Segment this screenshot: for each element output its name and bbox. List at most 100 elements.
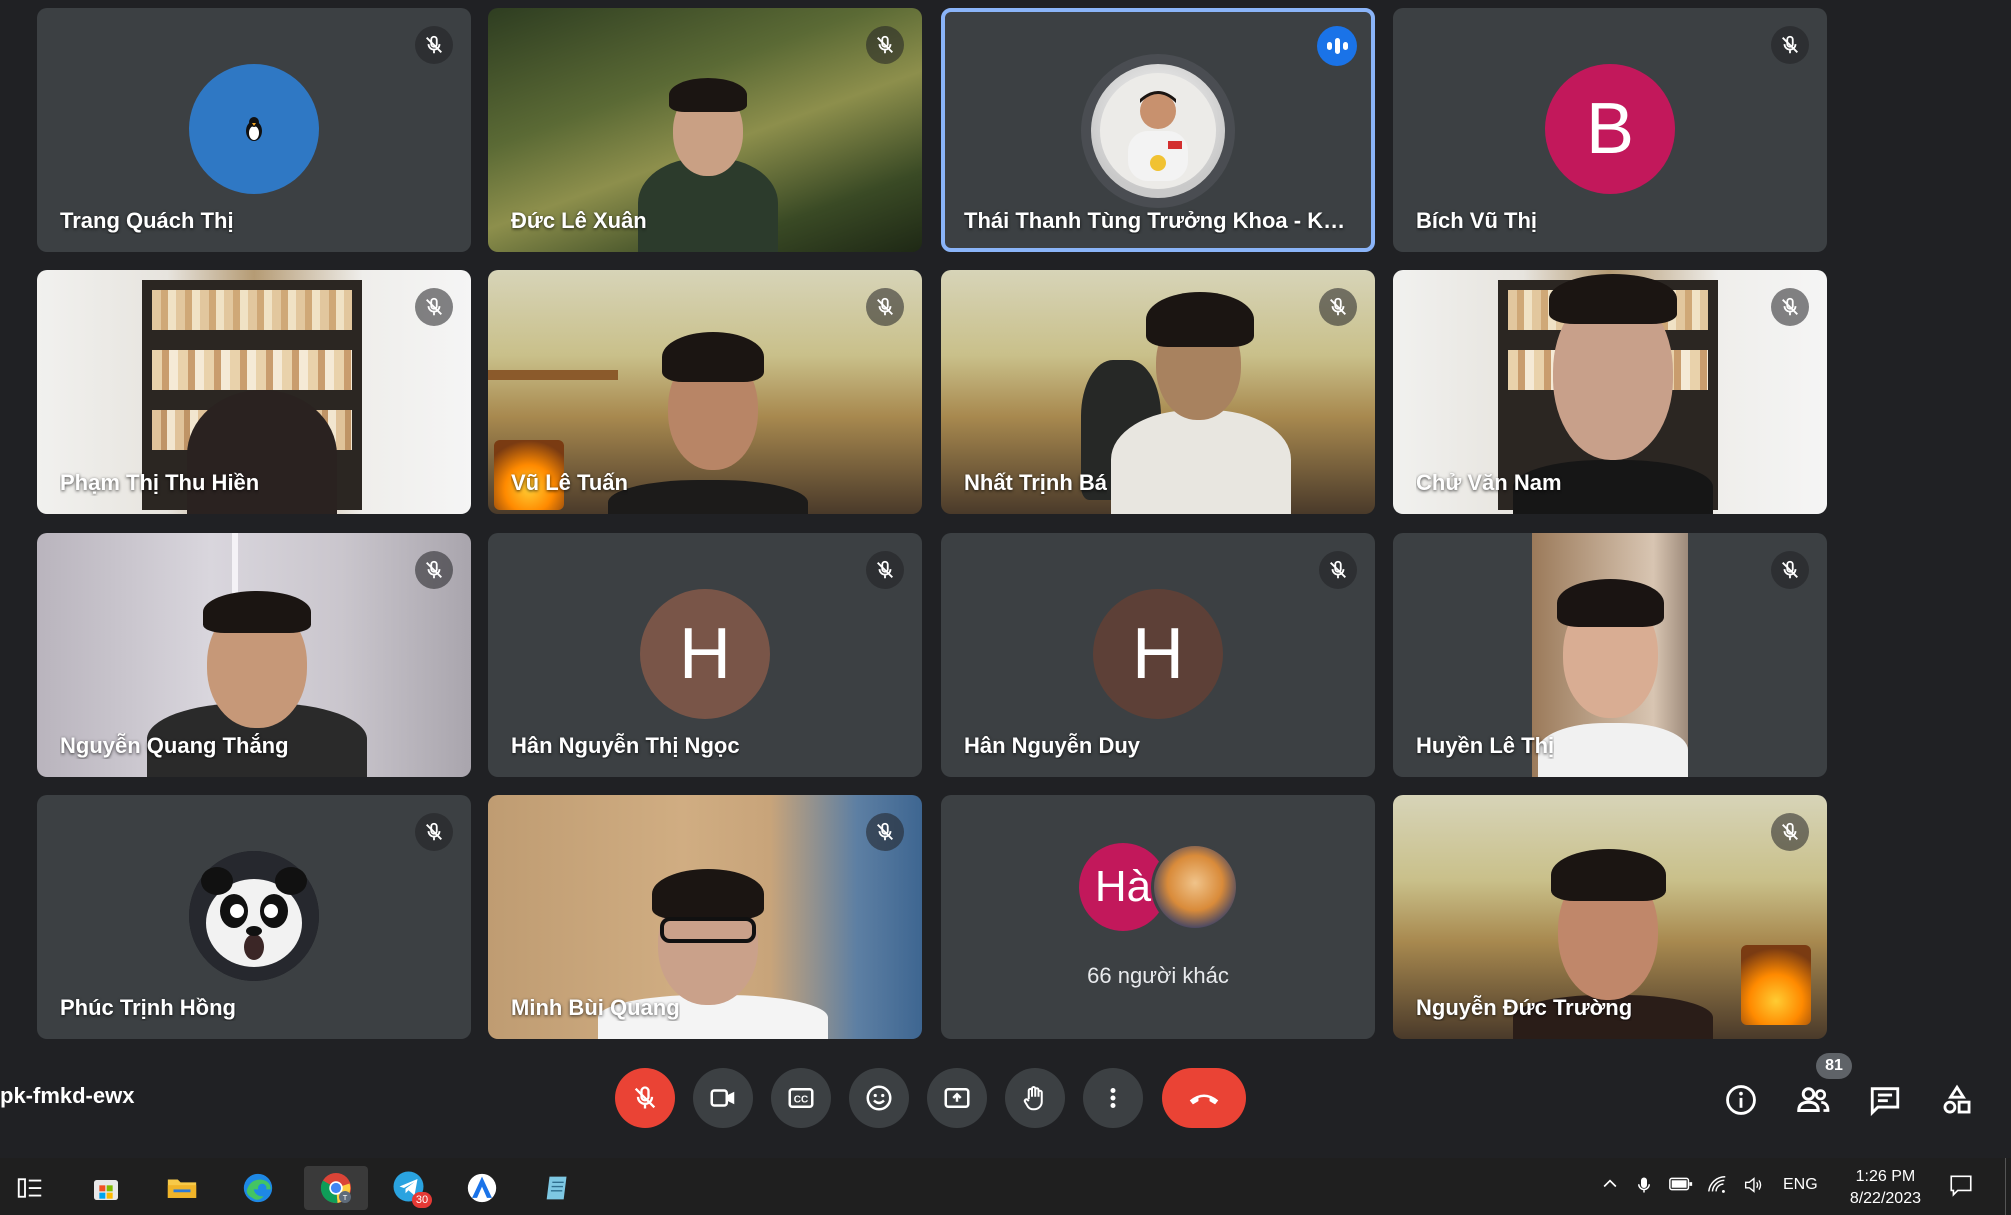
participant-tile[interactable]: Phúc Trịnh Hồng [37, 795, 471, 1039]
battery-tray-button[interactable] [1668, 1174, 1694, 1199]
participant-name: Nguyễn Quang Thắng [60, 733, 289, 758]
volume-tray-button[interactable] [1742, 1174, 1764, 1201]
mic-muted-icon [1771, 551, 1809, 589]
leave-call-button[interactable] [1162, 1068, 1246, 1128]
file-explorer-button[interactable] [160, 1166, 204, 1210]
call-end-icon [1189, 1094, 1219, 1105]
captions-button[interactable]: CC [771, 1068, 831, 1128]
avatar-initial: Hà [1094, 862, 1152, 911]
participant-tile[interactable]: Nhất Trịnh Bá [941, 270, 1375, 514]
participant-video [662, 332, 764, 382]
chrome-button[interactable]: T [304, 1166, 368, 1210]
avatar: H [640, 589, 770, 719]
others-tile[interactable]: Hà 66 người khác [941, 795, 1375, 1039]
participant-name: Hân Nguyễn Duy [964, 733, 1141, 758]
task-view-icon [17, 1178, 42, 1198]
notepad-button[interactable] [536, 1166, 580, 1210]
camera-icon [710, 1089, 735, 1107]
edge-button[interactable] [236, 1166, 280, 1210]
avatar [189, 64, 319, 194]
mic-muted-icon [1771, 813, 1809, 851]
telegram-button[interactable]: 30 [388, 1166, 432, 1210]
mic-off-icon [634, 1086, 656, 1109]
info-icon [1726, 1085, 1756, 1115]
participant-name: Hân Nguyễn Thị Ngọc [511, 733, 740, 758]
participant-video [652, 869, 764, 919]
more-vert-icon [1110, 1088, 1116, 1108]
activities-button[interactable] [1935, 1078, 1979, 1122]
battery-icon [1669, 1177, 1693, 1191]
participant-tile[interactable]: Nguyễn Đức Trường [1393, 795, 1827, 1039]
svg-text:T: T [343, 1193, 348, 1202]
participant-tile[interactable]: H Hân Nguyễn Thị Ngọc [488, 533, 922, 777]
avatar [189, 851, 319, 981]
participant-video [1538, 723, 1688, 777]
fireplace [1741, 945, 1811, 1025]
participant-name: Minh Bùi Quang [511, 995, 680, 1020]
participant-name: Thái Thanh Tùng Trưởng Khoa - Khoa ... [964, 208, 1354, 233]
participant-tile[interactable]: B Bích Vũ Thị [1393, 8, 1827, 252]
glasses [660, 917, 756, 943]
mic-muted-icon [866, 813, 904, 851]
notepad-icon [546, 1176, 567, 1200]
participant-name: Trang Quách Thị [60, 208, 234, 233]
avatar-initial: B [1585, 89, 1635, 169]
system-clock[interactable]: 1:26 PM 8/22/2023 [1850, 1166, 1921, 1210]
participant-tile[interactable]: Minh Bùi Quang [488, 795, 922, 1039]
participant-video [1111, 410, 1291, 514]
participant-video [669, 78, 747, 112]
chat-button[interactable] [1863, 1078, 1907, 1122]
show-hidden-icons-button[interactable] [1600, 1174, 1620, 1199]
participant-name: Đức Lê Xuân [511, 208, 647, 233]
bookshelf [152, 350, 352, 390]
participant-tile[interactable]: Huyền Lê Thị [1393, 533, 1827, 777]
mic-muted-icon [866, 26, 904, 64]
emoji-icon [866, 1085, 892, 1111]
mic-muted-icon [1771, 26, 1809, 64]
participant-tile[interactable]: H Hân Nguyễn Duy [941, 533, 1375, 777]
raise-hand-icon [1023, 1086, 1043, 1111]
avatar [1091, 64, 1225, 198]
participant-grid: Trang Quách Thị Đức Lê Xuân Thái Thanh T… [37, 8, 1828, 1039]
participant-tile[interactable]: Đức Lê Xuân [488, 8, 922, 252]
avatar: H [1093, 589, 1223, 719]
network-tray-button[interactable] [1706, 1174, 1728, 1201]
participant-tile[interactable]: Vũ Lê Tuấn [488, 270, 922, 514]
participant-tile[interactable]: Nguyễn Quang Thắng [37, 533, 471, 777]
participant-name: Nhất Trịnh Bá [964, 470, 1108, 495]
mic-muted-icon [1319, 551, 1357, 589]
camera-toggle-button[interactable] [693, 1068, 753, 1128]
participant-tile[interactable]: Thái Thanh Tùng Trưởng Khoa - Khoa ... [941, 8, 1375, 252]
edge-icon [243, 1173, 273, 1203]
others-count-label: 66 người khác [1087, 963, 1229, 988]
participant-name: Chử Văn Nam [1416, 470, 1562, 495]
activities-icon [1943, 1084, 1971, 1114]
participant-tile[interactable]: Trang Quách Thị [37, 8, 471, 252]
raise-hand-button[interactable] [1005, 1068, 1065, 1128]
participant-video [1551, 849, 1666, 901]
participant-name: Huyền Lê Thị [1416, 733, 1555, 758]
meeting-info-button[interactable] [1719, 1078, 1763, 1122]
microphone-tray-button[interactable] [1635, 1174, 1653, 1201]
more-options-button[interactable] [1083, 1068, 1143, 1128]
task-view-button[interactable] [8, 1166, 52, 1210]
mic-muted-icon [866, 288, 904, 326]
speaker-icon [1744, 1177, 1762, 1193]
participant-tile[interactable]: Chử Văn Nam [1393, 270, 1827, 514]
people-icon [1797, 1087, 1830, 1112]
taskbar: T 30 ENG 1:26 PM 8/22/2023 [0, 1158, 2011, 1215]
emoji-reaction-button[interactable] [849, 1068, 909, 1128]
svg-text:CC: CC [794, 1094, 808, 1105]
people-button[interactable] [1791, 1078, 1835, 1122]
notifications-button[interactable] [1948, 1172, 1974, 1203]
language-indicator[interactable]: ENG [1783, 1176, 1818, 1194]
participant-tile[interactable]: Phạm Thị Thu Hiền [37, 270, 471, 514]
captions-icon: CC [788, 1088, 814, 1108]
show-desktop-button[interactable] [2005, 1158, 2011, 1215]
present-screen-button[interactable] [927, 1068, 987, 1128]
app-a-button[interactable] [460, 1166, 504, 1210]
present-icon [944, 1088, 970, 1108]
participant-video [608, 480, 808, 514]
microsoft-store-button[interactable] [84, 1166, 128, 1210]
mic-toggle-button[interactable] [615, 1068, 675, 1128]
